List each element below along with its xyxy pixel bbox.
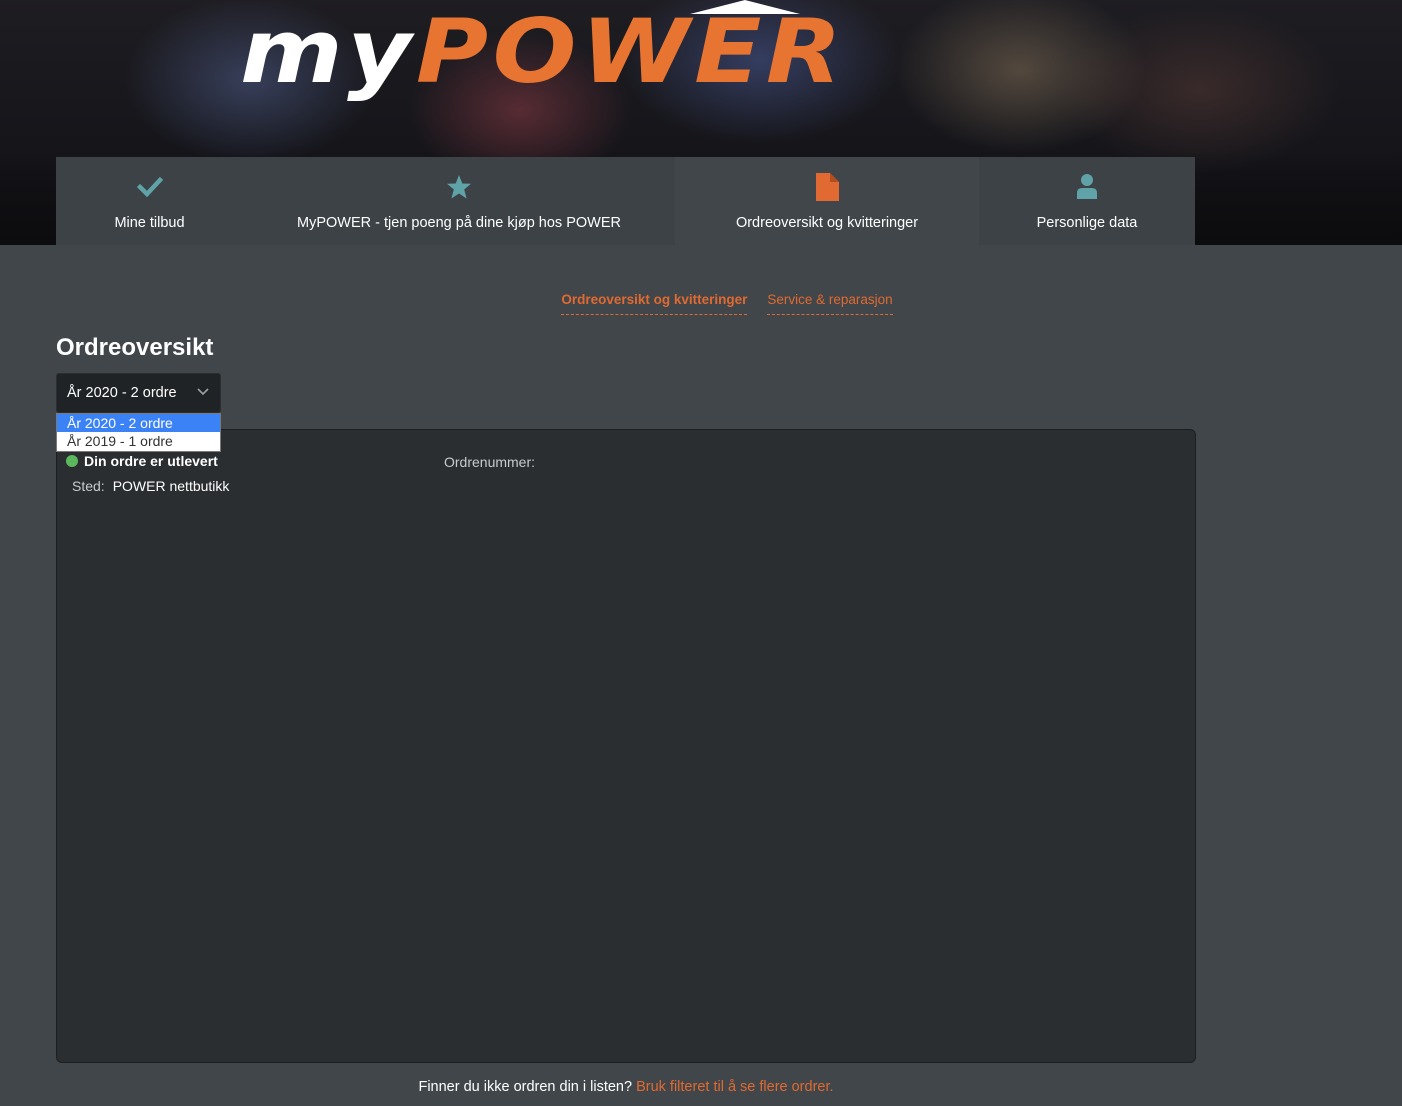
subtab-service[interactable]: Service & reparasjon <box>767 292 893 315</box>
order-subtabs: Ordreoversikt og kvitteringer Service & … <box>0 292 1402 315</box>
location-value: POWER nettbutikk <box>112 478 230 494</box>
footer-text: Finner du ikke ordren din i listen? <box>418 1079 633 1095</box>
year-select-dropdown: År 2020 - 2 ordre År 2019 - 1 ordre <box>56 413 221 452</box>
year-option[interactable]: År 2019 - 1 ordre <box>57 432 220 450</box>
order-card <box>56 429 1196 1063</box>
account-nav: Mine tilbud MyPOWER - tjen poeng på dine… <box>56 157 1195 245</box>
year-select[interactable]: År 2020 - 2 ordre <box>56 373 221 413</box>
order-status-text: Din ordre er utlevert <box>84 453 218 469</box>
chevron-down-icon <box>197 388 209 396</box>
filter-link[interactable]: Bruk filteret til å se flere ordrer. <box>636 1079 833 1095</box>
year-option[interactable]: År 2020 - 2 ordre <box>57 414 220 432</box>
star-icon <box>447 175 471 199</box>
status-dot-icon <box>66 455 78 467</box>
nav-item-ordreoversikt[interactable]: Ordreoversikt og kvitteringer <box>675 157 979 245</box>
page-title: Ordreoversikt <box>56 334 214 361</box>
document-icon <box>816 173 839 201</box>
nav-item-mine-tilbud[interactable]: Mine tilbud <box>56 157 243 245</box>
nav-label: Ordreoversikt og kvitteringer <box>735 215 919 231</box>
logo-wordmark: myPOWER <box>240 8 846 96</box>
checkmark-icon <box>136 176 163 198</box>
nav-item-mypower[interactable]: MyPOWER - tjen poeng på dine kjøp hos PO… <box>243 157 675 245</box>
logo-my: my <box>240 0 416 103</box>
order-number-label: Ordrenummer: <box>444 454 536 470</box>
order-status: Din ordre er utlevert <box>66 453 218 469</box>
logo-power: POWER <box>415 0 847 103</box>
nav-item-personlige-data[interactable]: Personlige data <box>979 157 1195 245</box>
nav-label: MyPOWER - tjen poeng på dine kjøp hos PO… <box>297 215 621 231</box>
order-location: Sted: POWER nettbutikk <box>72 478 229 494</box>
location-label: Sted: <box>72 478 105 494</box>
nav-label: Personlige data <box>1036 215 1138 231</box>
subtab-ordreoversikt[interactable]: Ordreoversikt og kvitteringer <box>561 292 748 315</box>
mypower-logo[interactable]: myPOWER <box>0 0 1402 100</box>
nav-label: Mine tilbud <box>114 215 185 231</box>
person-icon <box>1077 174 1097 199</box>
year-select-value: År 2020 - 2 ordre <box>67 385 177 401</box>
footer-help: Finner du ikke ordren din i listen? Bruk… <box>0 1079 1252 1095</box>
